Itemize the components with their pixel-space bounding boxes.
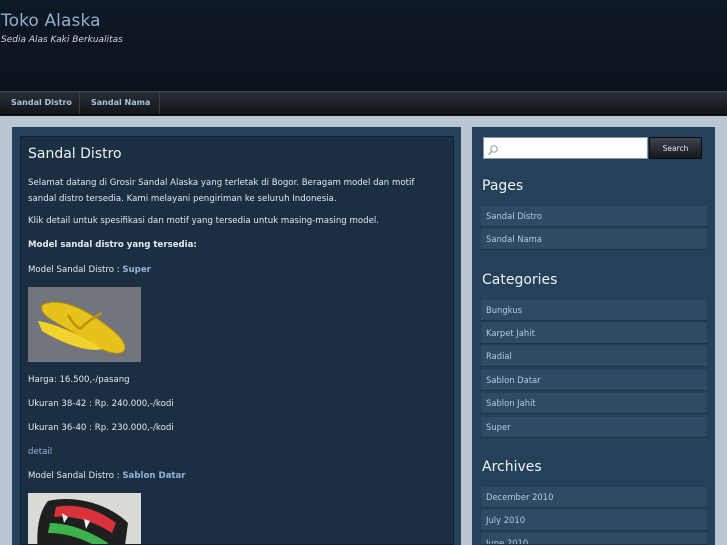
category-super[interactable]: Super [481, 417, 707, 438]
categories-heading: Categories [482, 272, 558, 288]
post-title[interactable]: Sandal Distro [28, 146, 122, 162]
sidebar-page-sandal-distro[interactable]: Sandal Distro [481, 206, 707, 227]
model-prefix: Model Sandal Distro : [28, 471, 123, 481]
category-sablon-jahit[interactable]: Sablon Jahit [481, 393, 707, 414]
magnifier-icon [487, 141, 499, 155]
model-link-sablon-datar[interactable]: Sablon Datar [122, 471, 185, 481]
archives-heading: Archives [482, 459, 542, 475]
product-1-price: Harga: 16.500,-/pasang [28, 375, 130, 385]
nav-item-sandal-nama[interactable]: Sandal Nama [80, 92, 160, 114]
product-1-model: Model Sandal Distro : Super [28, 262, 151, 278]
category-karpet-jahit[interactable]: Karpet Jahit [481, 323, 707, 344]
archive-july-2010[interactable]: July 2010 [481, 510, 707, 531]
model-prefix: Model Sandal Distro : [28, 265, 123, 275]
archive-december-2010[interactable]: December 2010 [481, 487, 707, 508]
sidebar-page-sandal-nama[interactable]: Sandal Nama [481, 229, 707, 250]
nav-item-sandal-distro[interactable]: Sandal Distro [0, 92, 80, 114]
site-title[interactable]: Toko Alaska [1, 11, 101, 31]
product-1-size-small: Ukuran 36-40 : Rp. 230.000,-/kodi [28, 423, 174, 433]
main-navigation: Sandal Distro Sandal Nama [0, 91, 727, 115]
models-heading: Model sandal distro yang tersedia: [28, 240, 197, 250]
post-intro: Selamat datang di Grosir Sandal Alaska y… [28, 178, 415, 204]
model-link-super[interactable]: Super [122, 265, 151, 275]
search-button[interactable]: Search [649, 137, 702, 159]
product-1-detail-link[interactable]: detail [28, 444, 52, 460]
post-instruction: Klik detail untuk spesifikasi dan motif … [28, 216, 379, 226]
site-header: Toko Alaska Sedia Alas Kaki Berkualitas [0, 0, 727, 91]
pages-heading: Pages [482, 178, 524, 194]
post: Sandal Distro Selamat datang di Grosir S… [20, 136, 454, 545]
product-1-size-large: Ukuran 38-42 : Rp. 240.000,-/kodi [28, 399, 174, 409]
search-input[interactable] [483, 137, 648, 159]
category-sablon-datar[interactable]: Sablon Datar [481, 370, 707, 391]
product-2-model: Model Sandal Distro : Sablon Datar [28, 468, 186, 484]
product-image-sablon-datar[interactable] [28, 493, 141, 544]
site-tagline: Sedia Alas Kaki Berkualitas [1, 35, 123, 45]
archive-june-2010[interactable]: June 2010 [481, 533, 707, 545]
product-image-super[interactable] [28, 287, 141, 362]
category-radial[interactable]: Radial [481, 346, 707, 367]
category-bungkus[interactable]: Bungkus [481, 300, 707, 321]
